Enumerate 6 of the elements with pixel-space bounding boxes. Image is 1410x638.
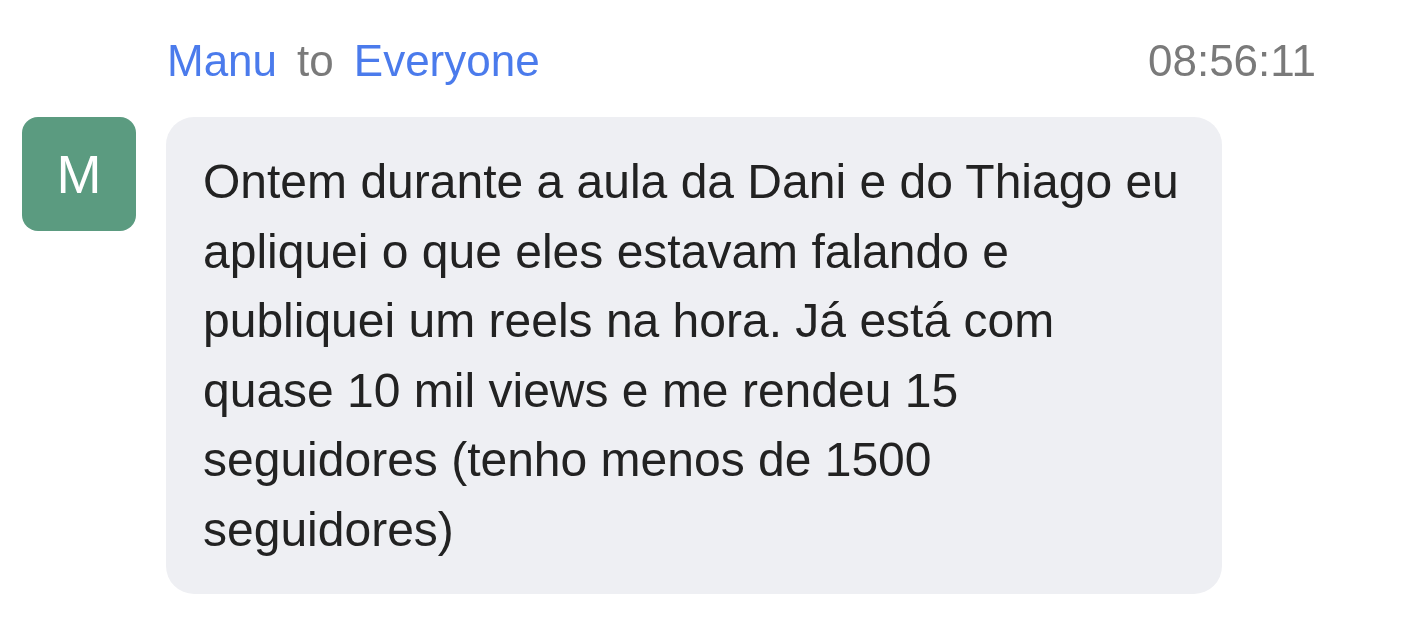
recipient-name: Everyone <box>353 35 540 87</box>
timestamp: 08:56:11 <box>1148 35 1316 87</box>
message-text: Ontem durante a aula da Dani e do Thiago eu apliquei o que eles estavam falando e publiquei um reels na hora. Já está com quase 10 mil views e me rendeu 15 seguidores (tenho menos de 1500 seguidores) <box>203 154 1180 558</box>
to-label: to <box>297 35 334 87</box>
sender-name: Manu <box>167 35 278 87</box>
avatar: M <box>22 117 136 231</box>
